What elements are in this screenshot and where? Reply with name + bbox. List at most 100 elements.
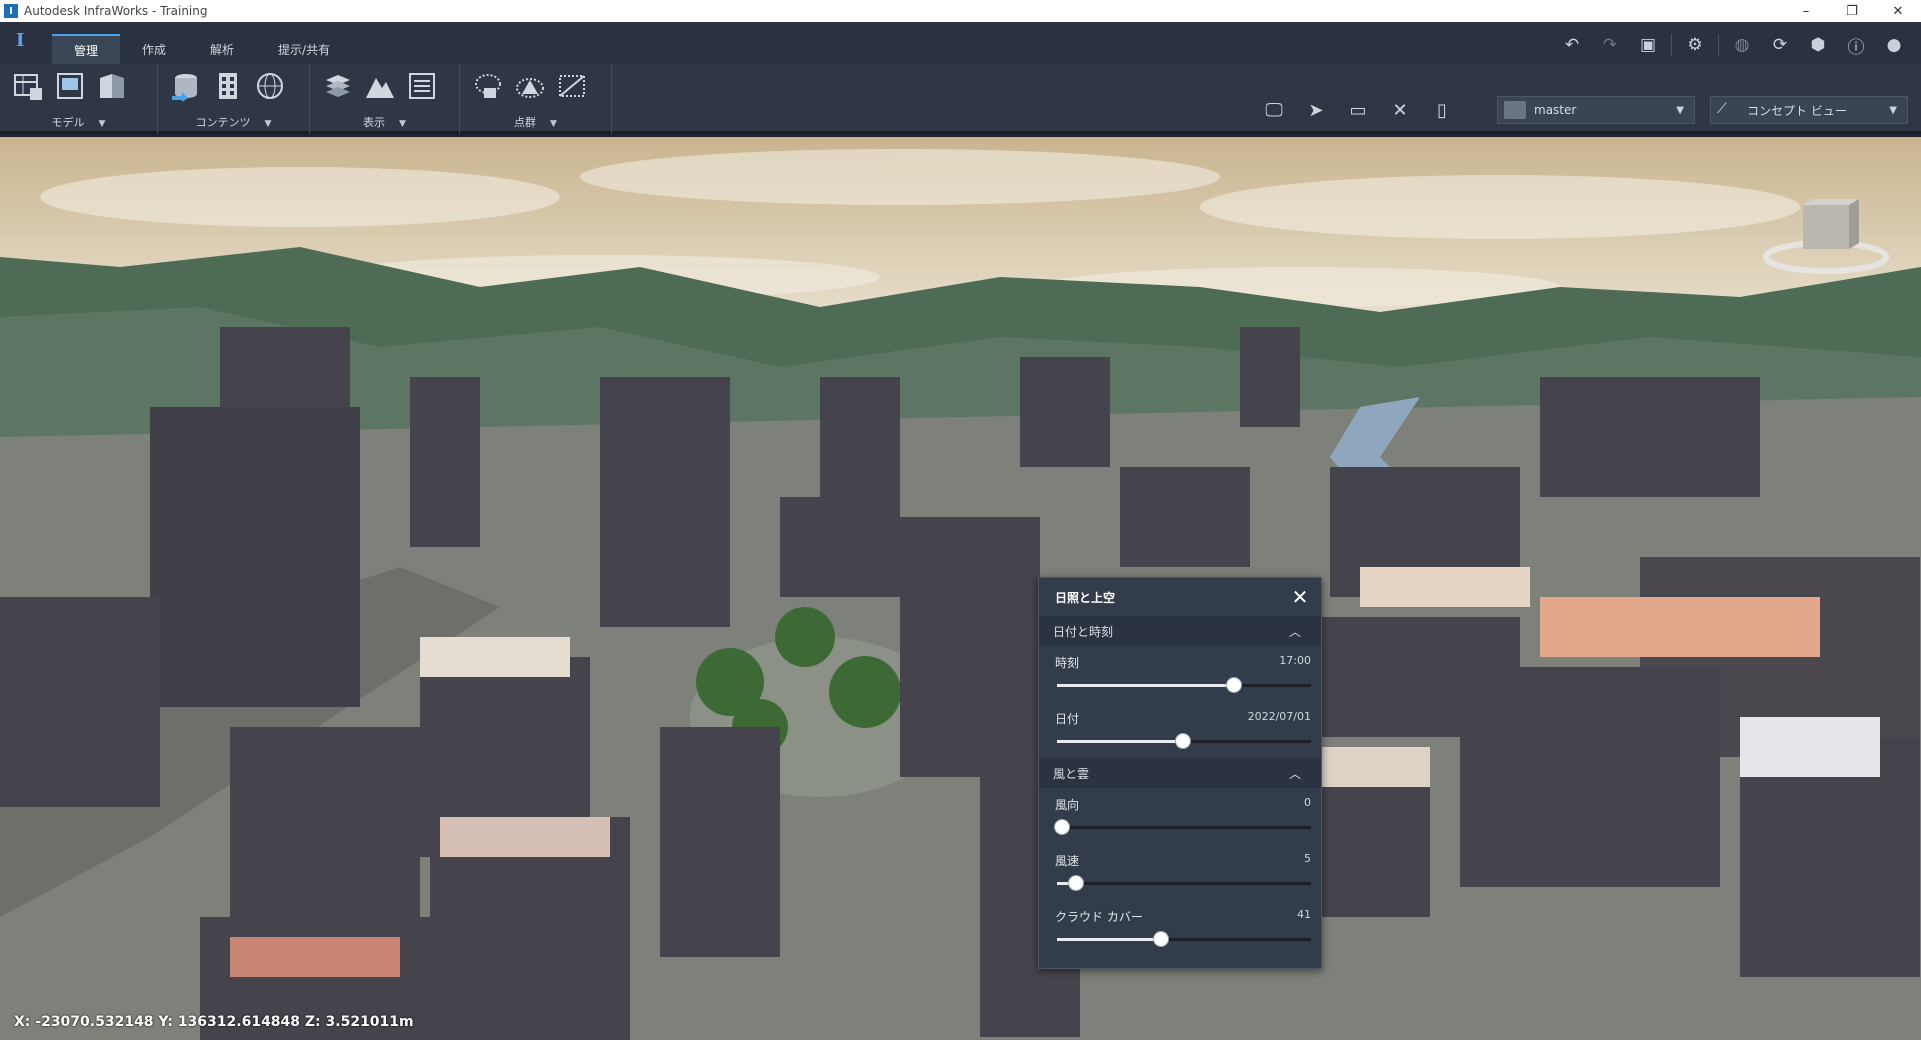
slider-thumb[interactable] [1225, 677, 1242, 693]
building-icon[interactable] [212, 70, 244, 102]
point-cloud-slice-icon[interactable] [556, 70, 588, 102]
building [1240, 327, 1300, 427]
cube-icon[interactable]: ⬢ [1799, 32, 1837, 58]
slider-row-cloud-cover: クラウド カバー 41 [1039, 900, 1321, 956]
model-table-icon[interactable] [12, 70, 44, 102]
presentation-icon[interactable]: 🖵 [1260, 98, 1288, 122]
infraworks-app-icon: I [4, 4, 18, 18]
split-view-icon[interactable]: ▣ [1629, 32, 1667, 58]
point-cloud-icon[interactable] [472, 70, 504, 102]
building [410, 377, 480, 547]
ribbon-group-content: コンテンツ ▼ [158, 64, 310, 134]
slider-value: 5 [1304, 852, 1311, 865]
slider-thumb[interactable] [1054, 819, 1071, 835]
point-cloud-terrain-icon[interactable] [514, 70, 546, 102]
minimize-button[interactable]: – [1783, 0, 1829, 22]
view-tools: 🖵 ➤ ▭ ✕ ▯ [1260, 98, 1456, 122]
tab-analyze[interactable]: 解析 [188, 34, 256, 64]
building [0, 597, 160, 807]
slider-thumb[interactable] [1068, 875, 1085, 891]
ribbon-group-model: モデル ▼ [0, 64, 158, 134]
building-roof [1320, 747, 1430, 787]
slider-label: 風速 [1055, 854, 1080, 868]
building-roof [1360, 567, 1530, 607]
restore-button[interactable]: ❐ [1829, 0, 1875, 22]
ribbon-group-label[interactable]: モデル ▼ [0, 114, 157, 130]
redo-icon[interactable]: ↷ [1591, 32, 1629, 58]
close-window-button[interactable]: ✕ [1875, 0, 1921, 22]
section-title: 日付と時刻 [1053, 624, 1114, 639]
sun-and-sky-panel: 日照と上空 ✕ 日付と時刻 ︿ 時刻 17:00 日付 2022/07/01 風… [1038, 577, 1322, 969]
section-wind-clouds[interactable]: 風と雲 ︿ [1039, 758, 1321, 788]
section-title: 風と雲 [1053, 766, 1090, 781]
wind-direction-slider[interactable] [1054, 819, 1311, 835]
globe-icon[interactable] [254, 70, 286, 102]
tab-create[interactable]: 作成 [120, 34, 188, 64]
close-icon[interactable]: ✕ [1289, 585, 1311, 609]
building-roof [440, 817, 610, 857]
globe-sync-icon[interactable]: ◍ [1723, 32, 1761, 58]
window-title: Autodesk InfraWorks - Training [24, 4, 208, 18]
proposal-dropdown[interactable]: master ▼ [1497, 96, 1695, 124]
building [780, 497, 900, 597]
toolbar-divider [1671, 34, 1672, 56]
building [600, 377, 730, 627]
measure-icon[interactable]: ▭ [1344, 98, 1372, 122]
time-slider[interactable] [1057, 677, 1311, 693]
slider-value: 41 [1297, 908, 1311, 921]
3d-viewport[interactable]: X: -23070.532148 Y: 136312.614848 Z: 3.5… [0, 137, 1921, 1040]
tab-manage[interactable]: 管理 [52, 34, 121, 64]
building [1320, 777, 1430, 917]
toolbar-divider [1718, 34, 1719, 56]
building [1020, 357, 1110, 467]
slider-thumb[interactable] [1174, 733, 1191, 749]
chevron-up-icon[interactable]: ︿ [1289, 765, 1301, 782]
infraworks-menu-icon[interactable]: I [16, 30, 36, 52]
slider-label: 日付 [1055, 712, 1080, 726]
select-arrow-icon[interactable]: ➤ [1302, 98, 1330, 122]
slider-thumb[interactable] [1153, 931, 1170, 947]
tab-present-share[interactable]: 提示/共有 [256, 34, 352, 64]
building [1120, 467, 1250, 567]
model-layout-icon[interactable] [54, 70, 86, 102]
wind-speed-slider[interactable] [1057, 875, 1311, 891]
ribbon-group-label[interactable]: 表示 ▼ [310, 114, 459, 130]
help-icon[interactable]: ⓘ [1837, 32, 1875, 58]
date-slider[interactable] [1057, 733, 1311, 749]
building-roof [420, 637, 570, 677]
building [150, 407, 360, 707]
slider-row-wind-speed: 風速 5 [1039, 844, 1321, 900]
building [900, 517, 1040, 777]
slider-row-date: 日付 2022/07/01 [1039, 702, 1321, 758]
undo-icon[interactable]: ↶ [1553, 32, 1591, 58]
ribbon-group-label[interactable]: 点群 ▼ [460, 114, 611, 130]
cloud-cover-slider[interactable] [1057, 931, 1311, 947]
slider-label: 風向 [1055, 798, 1080, 812]
tools-icon[interactable]: ✕ [1386, 98, 1414, 122]
ribbon-group-point-cloud: 点群 ▼ [460, 64, 612, 134]
proposal-value: master [1534, 103, 1577, 117]
slider-row-time: 時刻 17:00 [1039, 646, 1321, 702]
chevron-up-icon[interactable]: ︿ [1289, 623, 1301, 640]
list-icon[interactable] [406, 70, 438, 102]
chevron-down-icon: ▼ [1889, 104, 1897, 116]
cursor-coordinates: X: -23070.532148 Y: 136312.614848 Z: 3.5… [14, 1014, 414, 1030]
layers-icon[interactable] [322, 70, 354, 102]
data-source-icon[interactable] [170, 70, 202, 102]
settings-icon[interactable]: ⚙ [1676, 32, 1714, 58]
model-book-icon[interactable] [96, 70, 128, 102]
user-icon[interactable]: ● [1875, 32, 1913, 58]
refresh-icon[interactable]: ⟳ [1761, 32, 1799, 58]
visual-style-dropdown[interactable]: ⟋ コンセプト ビュー ▼ [1710, 96, 1908, 124]
building [230, 727, 420, 947]
slider-value: 17:00 [1279, 654, 1311, 667]
bookmark-icon[interactable]: ▯ [1428, 98, 1456, 122]
slider-fill [1057, 684, 1234, 687]
view-cube[interactable] [1761, 195, 1891, 275]
building [1300, 617, 1520, 737]
building [1540, 377, 1760, 497]
title-bar: I Autodesk InfraWorks - Training – ❐ ✕ [0, 0, 1921, 22]
section-date-time[interactable]: 日付と時刻 ︿ [1039, 616, 1321, 646]
terrain-icon[interactable] [364, 70, 396, 102]
ribbon-group-label[interactable]: コンテンツ ▼ [158, 114, 309, 130]
